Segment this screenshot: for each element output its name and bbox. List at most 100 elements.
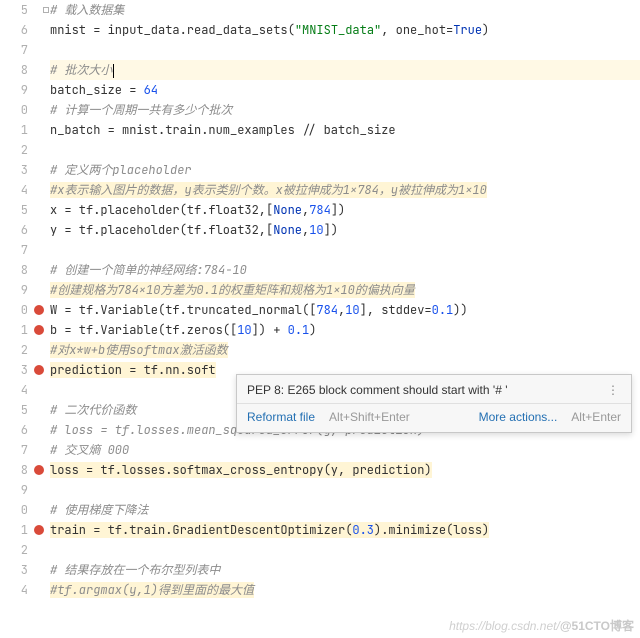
breakpoint-icon[interactable] (34, 305, 44, 315)
line-number: 0 (0, 300, 28, 320)
gutter-marker[interactable] (32, 560, 46, 580)
line-number: 2 (0, 140, 28, 160)
more-actions-hint: Alt+Enter (571, 410, 621, 424)
gutter-marker[interactable] (32, 340, 46, 360)
gutter-marker[interactable] (32, 500, 46, 520)
code-line[interactable]: loss = tf.losses.softmax_cross_entropy(y… (50, 460, 640, 480)
gutter-marker[interactable] (32, 120, 46, 140)
code-line[interactable]: # 定义两个placeholder (50, 160, 640, 180)
gutter-marker[interactable] (32, 580, 46, 600)
gutter-marker[interactable] (32, 320, 46, 340)
line-number: 7 (0, 40, 28, 60)
gutter-marker[interactable] (32, 180, 46, 200)
gutter-marker[interactable] (32, 240, 46, 260)
line-number: 0 (0, 500, 28, 520)
breakpoint-icon[interactable] (34, 325, 44, 335)
line-number: 7 (0, 240, 28, 260)
line-number: 2 (0, 540, 28, 560)
gutter-marker[interactable] (32, 440, 46, 460)
line-number: 8 (0, 260, 28, 280)
code-line[interactable]: n_batch = mnist.train.num_examples // ba… (50, 120, 640, 140)
code-line[interactable]: #创建规格为784×10方差为0.1的权重矩阵和规格为1×10的偏执向量 (50, 280, 640, 300)
line-number: 9 (0, 280, 28, 300)
inspection-message: PEP 8: E265 block comment should start w… (247, 383, 508, 397)
code-line[interactable]: # 创建一个简单的神经网络:784-10 (50, 260, 640, 280)
code-line[interactable] (50, 540, 640, 560)
line-number: 4 (0, 380, 28, 400)
breakpoint-icon[interactable] (34, 525, 44, 535)
more-actions-action[interactable]: More actions... (479, 410, 558, 424)
code-line[interactable]: train = tf.train.GradientDescentOptimize… (50, 520, 640, 540)
more-icon[interactable]: ⋮ (605, 383, 621, 397)
code-line[interactable]: x = tf.placeholder(tf.float32,[None,784]… (50, 200, 640, 220)
text-caret (113, 64, 114, 78)
gutter-marker[interactable] (32, 360, 46, 380)
code-line[interactable]: b = tf.Variable(tf.zeros([10]) + 0.1) (50, 320, 640, 340)
code-line[interactable] (50, 140, 640, 160)
line-number: 3 (0, 360, 28, 380)
line-number: 6 (0, 20, 28, 40)
breakpoint-icon[interactable] (34, 465, 44, 475)
gutter-marker[interactable] (32, 420, 46, 440)
gutter-marker[interactable] (32, 20, 46, 40)
inspection-tooltip: PEP 8: E265 block comment should start w… (236, 374, 632, 433)
line-number: 3 (0, 160, 28, 180)
code-line[interactable]: #tf.argmax(y,1)得到里面的最大值 (50, 580, 640, 600)
code-line[interactable]: # 批次大小 (50, 60, 640, 80)
code-line[interactable]: #对x*w+b使用softmax激活函数 (50, 340, 640, 360)
gutter-marker[interactable] (32, 160, 46, 180)
line-number: 5 (0, 200, 28, 220)
code-line[interactable] (50, 240, 640, 260)
watermark-brand: @51CTO博客 (560, 619, 634, 633)
gutter-marker[interactable] (32, 400, 46, 420)
line-number: 4 (0, 580, 28, 600)
code-line[interactable]: #x表示输入图片的数据，y表示类别个数。x被拉伸成为1×784，y被拉伸成为1×… (50, 180, 640, 200)
code-line[interactable]: # 载入数据集 (50, 0, 640, 20)
gutter-marker[interactable] (32, 140, 46, 160)
line-number: 8 (0, 60, 28, 80)
gutter-marker[interactable] (32, 200, 46, 220)
gutter-marker[interactable] (32, 40, 46, 60)
gutter-marker[interactable] (32, 520, 46, 540)
gutter-marker[interactable] (32, 480, 46, 500)
line-number: 2 (0, 340, 28, 360)
line-number: 4 (0, 180, 28, 200)
line-number: 9 (0, 480, 28, 500)
gutter-marker[interactable] (32, 460, 46, 480)
watermark-url: https://blog.csdn.net/ (449, 619, 560, 633)
code-line[interactable]: # 计算一个周期一共有多少个批次 (50, 100, 640, 120)
code-line[interactable] (50, 40, 640, 60)
code-line[interactable]: # 交叉熵 000 (50, 440, 640, 460)
gutter-marker[interactable] (32, 280, 46, 300)
code-line[interactable]: batch_size = 64 (50, 80, 640, 100)
line-number: 8 (0, 460, 28, 480)
gutter-marker[interactable] (32, 60, 46, 80)
line-number: 9 (0, 80, 28, 100)
watermark: https://blog.csdn.net/@51CTO博客 (449, 617, 634, 634)
line-number: 6 (0, 420, 28, 440)
gutter-marker[interactable] (32, 220, 46, 240)
line-number: 5 (0, 0, 28, 20)
code-line[interactable]: mnist = input_data.read_data_sets("MNIST… (50, 20, 640, 40)
line-number: 1 (0, 520, 28, 540)
gutter-marker[interactable] (32, 540, 46, 560)
gutter-marker[interactable] (32, 100, 46, 120)
line-number: 6 (0, 220, 28, 240)
line-number: 3 (0, 560, 28, 580)
gutter-marker[interactable] (32, 80, 46, 100)
code-line[interactable] (50, 480, 640, 500)
line-number: 7 (0, 440, 28, 460)
reformat-file-action[interactable]: Reformat file (247, 410, 315, 424)
code-line[interactable]: W = tf.Variable(tf.truncated_normal([784… (50, 300, 640, 320)
code-line[interactable]: # 使用梯度下降法 (50, 500, 640, 520)
line-number: 0 (0, 100, 28, 120)
code-line[interactable]: y = tf.placeholder(tf.float32,[None,10]) (50, 220, 640, 240)
gutter-marker[interactable] (32, 380, 46, 400)
breakpoint-icon[interactable] (34, 365, 44, 375)
gutter-marker[interactable] (32, 260, 46, 280)
line-number: 5 (0, 400, 28, 420)
code-line[interactable]: # 结果存放在一个布尔型列表中 (50, 560, 640, 580)
gutter-marker[interactable] (32, 300, 46, 320)
line-number: 1 (0, 320, 28, 340)
fold-icon[interactable] (43, 7, 49, 13)
